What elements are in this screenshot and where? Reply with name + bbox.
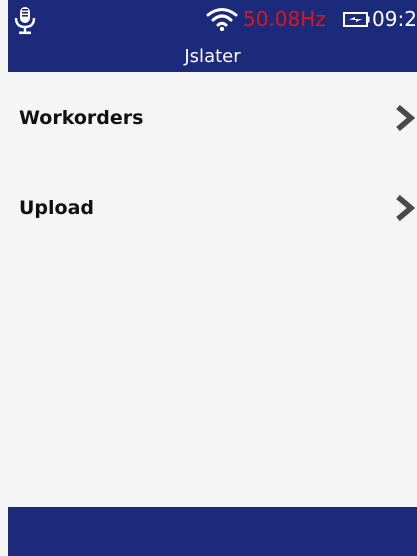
status-bar: 50.08Hz 09:27 — [8, 0, 417, 36]
main-menu: Workorders Upload — [8, 72, 417, 252]
wifi-icon — [206, 8, 238, 31]
page-title: Jslater — [184, 46, 241, 67]
battery-icon — [343, 12, 370, 27]
clock: 09:27 — [372, 7, 417, 31]
chevron-right-icon — [396, 194, 416, 222]
menu-item-label: Workorders — [19, 107, 144, 129]
chevron-right-icon — [396, 104, 416, 132]
app-screen: 50.08Hz 09:27 Jslater Workorders Upload — [0, 0, 417, 556]
top-bar: 50.08Hz 09:27 Jslater — [8, 0, 417, 72]
frequency-readout: 50.08Hz — [243, 7, 326, 31]
bottom-bar — [8, 507, 417, 556]
menu-item-workorders[interactable]: Workorders — [8, 72, 417, 162]
menu-item-label: Upload — [19, 197, 95, 219]
microphone-icon[interactable] — [13, 6, 37, 36]
menu-item-upload[interactable]: Upload — [8, 162, 417, 252]
